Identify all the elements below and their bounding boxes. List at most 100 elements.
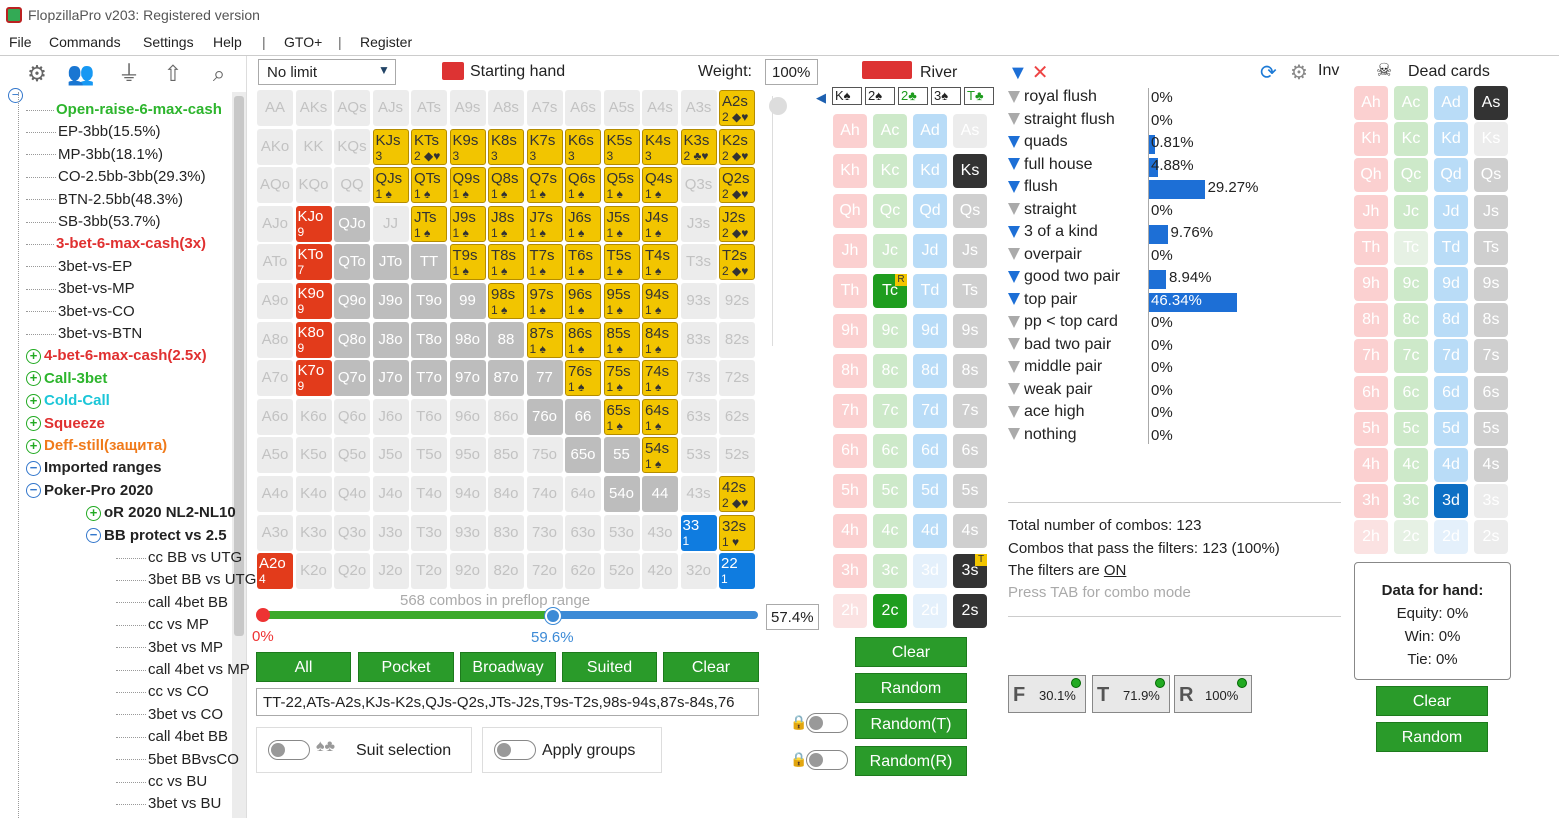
dead-card[interactable]: 2h [1354,520,1388,555]
dead-card[interactable]: 6s [1474,375,1508,410]
grid-cell[interactable]: AKo [257,128,293,165]
tree-node[interactable]: CO-2.5bb-3bb(29.3%) [26,167,206,189]
river-card[interactable]: Td [913,274,947,308]
filter-icon[interactable] [1008,405,1020,418]
grid-cell[interactable]: K3o [295,514,332,551]
grid-cell[interactable]: AA [257,90,293,126]
chevron-down-icon[interactable]: ▼ [378,63,390,77]
expand-icon[interactable]: + [26,416,41,432]
river-card[interactable]: 8c [873,354,907,388]
invert-label[interactable]: Inv [1318,62,1339,80]
hand-category[interactable]: 3 of a kind [1008,223,1098,241]
board-left-arrow-icon[interactable]: ◀ [816,90,826,106]
weight-input[interactable]: 100% [765,59,818,85]
grid-cell[interactable]: 75s 1 ♠ [603,360,640,397]
menu-gto[interactable]: GTO+ [284,34,322,50]
grid-cell[interactable]: AKs [295,90,332,126]
grid-cell[interactable]: TT [411,244,447,281]
river-card[interactable]: Ac [873,114,907,148]
river-random-button[interactable]: Random [855,673,967,703]
tree-node[interactable]: call 4bet vs MP [116,660,250,682]
hand-category[interactable]: full house [1008,156,1093,174]
grid-cell[interactable]: J2s 2 ◆♥ [719,205,755,242]
game-type-select[interactable]: No limit [258,59,396,85]
collapse-icon[interactable]: − [26,483,41,499]
grid-cell[interactable]: J4o [372,476,409,512]
river-card[interactable]: Ad [913,114,947,148]
hand-category[interactable]: flush [1008,178,1058,196]
river-card[interactable]: 7d [913,394,947,428]
close-icon[interactable]: ✕ [1032,62,1049,84]
river-card[interactable]: Qh [833,194,867,228]
river-card[interactable]: 6c [873,434,907,468]
dead-card[interactable]: 7d [1434,339,1468,374]
grid-cell[interactable]: QJo [334,205,370,242]
tree-node[interactable]: EP-3bb(15.5%) [26,122,161,144]
grid-cell[interactable]: Q7o [334,360,370,397]
clear-range-button[interactable]: Clear [663,652,759,682]
grid-cell[interactable]: Q8o [334,321,370,358]
grid-cell[interactable]: 97s 1 ♠ [526,283,563,319]
board-card[interactable]: 2♣ [898,87,928,105]
expand-icon[interactable]: + [26,393,41,409]
grid-cell[interactable]: K3s 2 ♣♥ [680,128,717,165]
gear-icon[interactable]: ⚙ [22,60,52,88]
hand-category[interactable]: nothing [1008,426,1077,444]
grid-cell[interactable]: 64s 1 ♠ [642,398,678,435]
hand-category[interactable]: top pair [1008,291,1077,309]
river-card[interactable]: 3h [833,554,867,588]
grid-cell[interactable]: T6s 1 ♠ [565,244,601,281]
grid-cell[interactable]: ATs [411,90,447,126]
grid-cell[interactable]: 63s [680,398,717,435]
river-card[interactable]: 7c [873,394,907,428]
grid-cell[interactable]: 54o [603,476,640,512]
grid-cell[interactable]: J7o [372,360,409,397]
tree-node[interactable]: − Poker-Pro 2020 [26,481,153,503]
river-card[interactable]: 4s [953,514,987,548]
grid-cell[interactable]: JTo [372,244,409,281]
grid-cell[interactable]: KTs 2 ◆♥ [411,128,447,165]
grid-cell[interactable]: 82o [488,553,524,590]
turn-filter-box[interactable]: T 71.9% [1092,675,1170,713]
menu-commands[interactable]: Commands [49,34,121,50]
grid-cell[interactable]: A7o [257,360,293,397]
grid-cell[interactable]: AQo [257,167,293,204]
river-card[interactable]: 9s [953,314,987,348]
gear-icon[interactable]: ⚙ [1290,60,1308,85]
grid-cell[interactable]: QTs 1 ♠ [411,167,447,204]
river-card[interactable]: Qs [953,194,987,228]
river-card[interactable]: 5d [913,474,947,508]
dead-card[interactable]: Kh [1354,122,1388,157]
grid-cell[interactable]: A9o [257,283,293,319]
grid-cell[interactable]: K2o [295,553,332,590]
dead-random-button[interactable]: Random [1376,722,1488,752]
dead-card[interactable]: 2s [1474,520,1508,555]
grid-cell[interactable]: Q6o [334,398,370,435]
suit-selection-toggle[interactable] [268,740,310,760]
river-card[interactable]: Kc [873,154,907,188]
search-icon[interactable]: ⌕ [204,60,234,88]
dead-card[interactable]: Js [1474,194,1508,229]
grid-cell[interactable]: A8s [488,90,524,126]
river-card[interactable]: Js [953,234,987,268]
grid-cell[interactable]: J4s 1 ♠ [642,205,678,242]
expand-icon[interactable]: + [26,348,41,364]
grid-cell[interactable]: J8o [372,321,409,358]
dead-card[interactable]: 9s [1474,267,1508,301]
grid-cell[interactable]: 74o [526,476,563,512]
filter-icon[interactable]: ▼ [1008,62,1028,84]
grid-cell[interactable]: 44 [642,476,678,512]
grid-cell[interactable]: 96o [449,398,486,435]
dead-clear-button[interactable]: Clear [1376,686,1488,716]
grid-cell[interactable]: K5s 3 [603,128,640,165]
grid-cell[interactable]: 74s 1 ♠ [642,360,678,397]
grid-cell[interactable]: 64o [565,476,601,512]
tree-node[interactable]: + Call-3bet [26,369,107,391]
dead-card[interactable]: Kc [1394,122,1428,157]
hand-category[interactable]: pp < top card [1008,313,1118,331]
tree-node[interactable]: call 4bet BB [116,593,228,615]
river-card[interactable]: 5h [833,474,867,508]
filters-state-link[interactable]: ON [1104,562,1127,579]
grid-cell[interactable]: 66 [565,398,601,435]
hand-category[interactable]: good two pair [1008,268,1120,286]
